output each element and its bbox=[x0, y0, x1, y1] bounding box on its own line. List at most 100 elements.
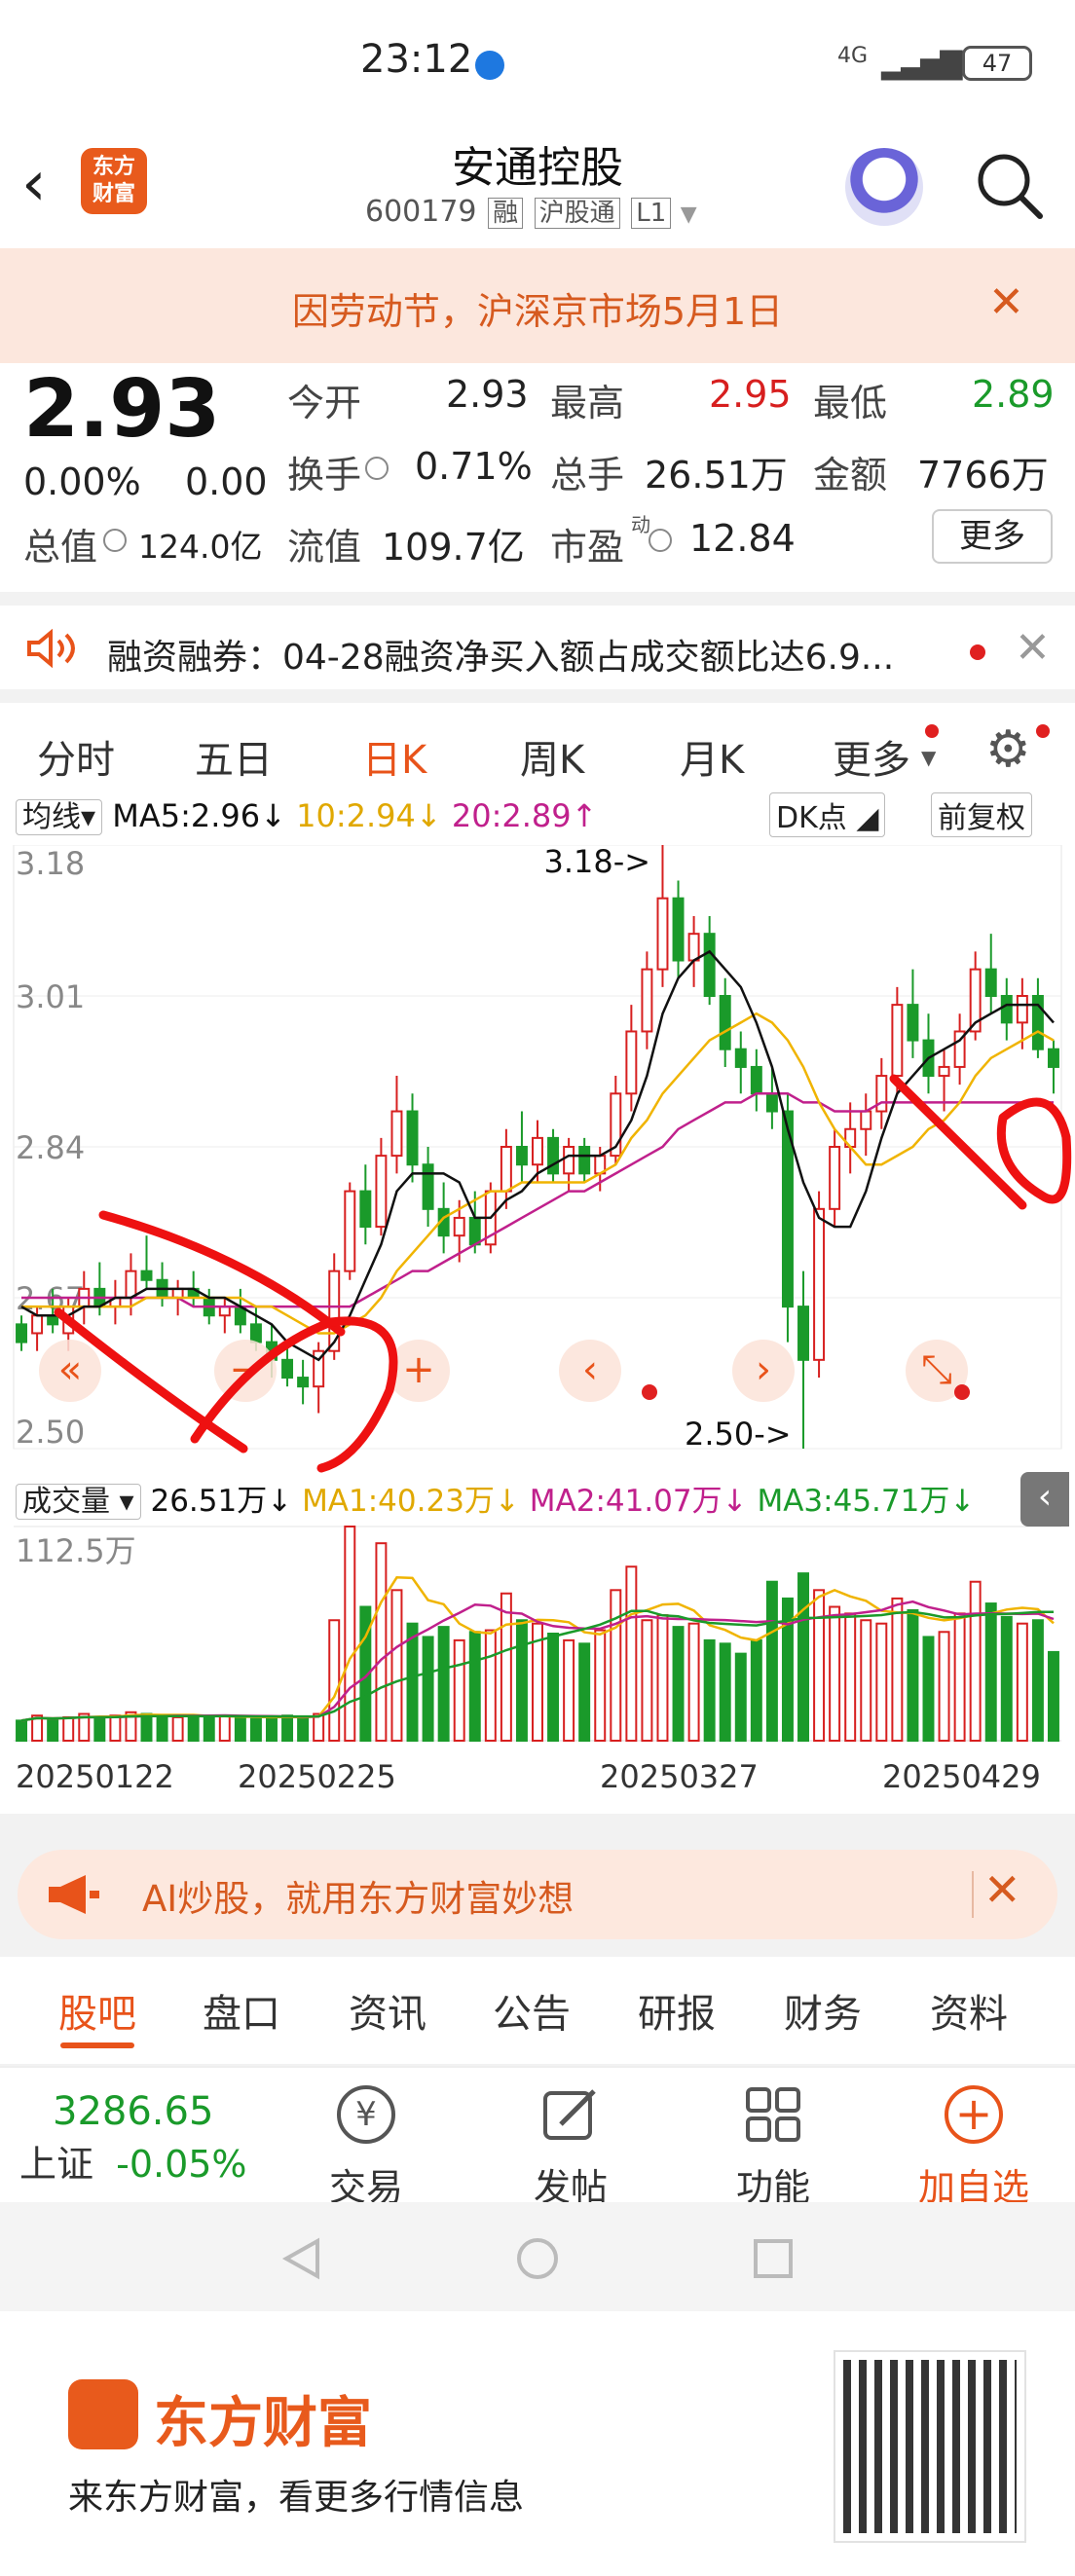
tab-news[interactable]: 资讯 bbox=[349, 1982, 426, 2039]
stock-header: ‹ 东方 财富 安通控股 600179 融 沪股通 L1 ▼ bbox=[0, 127, 1075, 248]
system-navbar bbox=[0, 2202, 1075, 2311]
volume-bar bbox=[813, 1589, 826, 1742]
volume-bar bbox=[891, 1597, 904, 1742]
volume-bar bbox=[922, 1636, 935, 1742]
volume-bar bbox=[515, 1619, 528, 1742]
vol-select[interactable]: 成交量 ▾ bbox=[16, 1484, 141, 1520]
candle-body bbox=[375, 1155, 388, 1229]
volume-value: 26.51万 bbox=[645, 454, 788, 497]
max-annotation: 3.18-> bbox=[543, 845, 650, 880]
dk-label: DK点 bbox=[776, 801, 847, 835]
assistant-avatar[interactable] bbox=[845, 148, 923, 226]
candle-body bbox=[813, 1207, 826, 1361]
volume-bar bbox=[703, 1638, 716, 1742]
tab-5day[interactable]: 五日 bbox=[195, 728, 273, 785]
unread-dot bbox=[1036, 724, 1050, 738]
volume-bar bbox=[422, 1636, 434, 1742]
volume-bar bbox=[547, 1633, 560, 1742]
tab-profile[interactable]: 资料 bbox=[930, 1982, 1008, 2039]
marker-dot bbox=[954, 1384, 970, 1400]
candle-body bbox=[687, 933, 700, 962]
info-icon[interactable] bbox=[649, 529, 672, 552]
post-button[interactable]: 发帖 bbox=[502, 2068, 639, 2209]
volume-legend: 成交量 ▾ 26.51万↓ MA1:40.23万↓ MA2:41.07万↓ MA… bbox=[16, 1476, 975, 1520]
volume-bar bbox=[437, 1626, 450, 1742]
kline-chart-area[interactable]: 均线▾ MA5:2.96↓ 10:2.94↓ 20:2.89↑ DK点 ◢ 前复… bbox=[0, 787, 1075, 1814]
nav-home-icon[interactable] bbox=[516, 2237, 559, 2280]
ma-select[interactable]: 均线▾ bbox=[16, 799, 103, 835]
more-button[interactable]: 更多 bbox=[932, 509, 1053, 564]
chevron-down-icon[interactable]: ▼ bbox=[681, 202, 697, 227]
volume-bar bbox=[938, 1631, 950, 1742]
tab-monthly-k[interactable]: 月K bbox=[680, 728, 744, 785]
volume-bar bbox=[297, 1715, 310, 1742]
tab-intraday[interactable]: 分时 bbox=[37, 728, 115, 785]
holiday-notice: 因劳动节，沪深京市场5月1日 ✕ bbox=[0, 248, 1075, 363]
close-icon[interactable]: ✕ bbox=[988, 277, 1024, 327]
dk-point-button[interactable]: DK点 ◢ bbox=[769, 792, 886, 837]
tag-margin: 融 bbox=[488, 198, 524, 229]
trade-button[interactable]: ¥ 交易 bbox=[298, 2068, 434, 2209]
plus-circle-icon: + bbox=[945, 2085, 1003, 2144]
tab-finance[interactable]: 财务 bbox=[784, 1982, 862, 2039]
brand-name: 东方财富 bbox=[154, 2392, 372, 2455]
volume-bar bbox=[1016, 1622, 1028, 1742]
bottom-toolbar: 3286.65 上证 -0.05% ¥ 交易 发帖 功能 + 加自选 bbox=[0, 2066, 1075, 2209]
volume-bar bbox=[1000, 1615, 1013, 1742]
tab-more[interactable]: 更多 bbox=[833, 728, 910, 785]
index-ticker[interactable]: 3286.65 上证 -0.05% bbox=[19, 2089, 282, 2196]
close-icon[interactable]: ✕ bbox=[1015, 623, 1051, 673]
ma-legend: 均线▾ MA5:2.96↓ 10:2.94↓ 20:2.89↑ bbox=[16, 792, 597, 835]
tab-research[interactable]: 研报 bbox=[638, 1982, 716, 2039]
candle-body bbox=[641, 968, 653, 1033]
volume-bar bbox=[969, 1580, 982, 1742]
amount-label: 金额 bbox=[813, 454, 888, 497]
volume-bar bbox=[672, 1626, 685, 1742]
volume-bar bbox=[93, 1715, 106, 1742]
candle-body bbox=[891, 1004, 904, 1078]
volume-bar bbox=[266, 1715, 278, 1742]
tab-weekly-k[interactable]: 周K bbox=[520, 728, 584, 785]
tab-orderbook[interactable]: 盘口 bbox=[203, 1982, 280, 2039]
high-value: 2.95 bbox=[709, 373, 792, 416]
info-icon[interactable] bbox=[365, 457, 389, 480]
collapse-panel-icon[interactable]: ‹ bbox=[1020, 1472, 1069, 1527]
vol-value: 26.51万↓ bbox=[150, 1484, 293, 1519]
volume-bar bbox=[281, 1714, 294, 1742]
float-label: 流值 bbox=[287, 526, 362, 569]
adjust-button[interactable]: 前复权 bbox=[931, 792, 1032, 837]
tab-announcements[interactable]: 公告 bbox=[493, 1982, 571, 2039]
close-icon[interactable]: ✕ bbox=[983, 1863, 1021, 1916]
candle-body bbox=[125, 1270, 137, 1300]
mcap-label: 总值 bbox=[23, 526, 98, 569]
add-watchlist-button[interactable]: + 加自选 bbox=[906, 2068, 1042, 2209]
index-value: 3286.65 bbox=[53, 2089, 214, 2134]
tab-daily-k[interactable]: 日K bbox=[362, 728, 426, 785]
brand-slogan: 来东方财富，看更多行情信息 bbox=[68, 2478, 525, 2518]
date-label: 20250122 bbox=[16, 1758, 174, 1795]
price-axis-label: 3.01 bbox=[16, 978, 85, 1015]
candle-body bbox=[578, 1146, 591, 1175]
kline-svg[interactable]: 3.183.012.842.672.503.18->2.50->« − + ‹ › ⤡11… bbox=[0, 845, 1075, 1819]
search-icon[interactable] bbox=[972, 148, 1046, 222]
candle-body bbox=[297, 1377, 310, 1388]
candle-body bbox=[249, 1323, 262, 1343]
functions-button[interactable]: 功能 bbox=[705, 2068, 841, 2209]
annotation-stroke bbox=[996, 1097, 1072, 1204]
margin-banner[interactable]: 融资融券：04-28融资净买入额占成交额比达6.9... ✕ bbox=[0, 592, 1075, 689]
candle-body bbox=[1047, 1048, 1059, 1068]
nav-recent-icon[interactable] bbox=[752, 2237, 795, 2280]
info-icon[interactable] bbox=[103, 529, 127, 552]
volume-bar bbox=[406, 1622, 419, 1742]
battery-indicator: 47 bbox=[962, 46, 1032, 81]
tab-forum[interactable]: 股吧 bbox=[58, 1982, 136, 2039]
volume-bar bbox=[875, 1622, 888, 1742]
nav-back-icon[interactable] bbox=[280, 2237, 323, 2280]
gear-icon[interactable]: ⚙ bbox=[985, 720, 1031, 779]
candle-body bbox=[875, 1075, 888, 1113]
ai-banner[interactable]: AI炒股，就用东方财富妙想 ✕ bbox=[18, 1850, 1057, 1939]
volume-bar bbox=[594, 1629, 607, 1742]
volume-bar bbox=[484, 1629, 497, 1742]
candle-body bbox=[453, 1216, 465, 1237]
edit-icon bbox=[543, 2089, 596, 2140]
